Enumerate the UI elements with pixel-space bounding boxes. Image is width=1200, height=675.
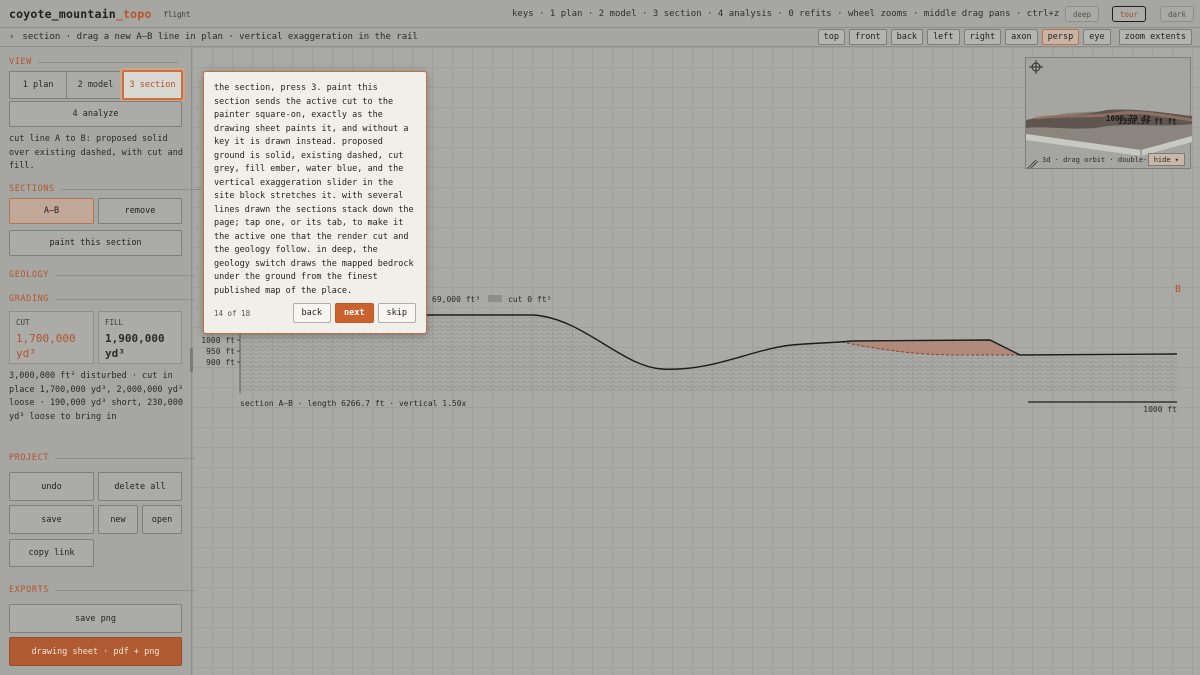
cut-value: 1,700,000 yd³ [16, 332, 76, 360]
model-minimap[interactable]: 1000.79 ft 1350.59 ft ft 3d · drag orbit… [1025, 57, 1193, 169]
save-png-button[interactable]: save png [9, 604, 182, 633]
drawing-sheet-button[interactable]: drawing sheet · pdf + png [9, 637, 182, 666]
tour-next-button[interactable]: next [335, 303, 374, 323]
mode-dark-button[interactable]: dark [1160, 6, 1195, 22]
project-heading: PROJECT [9, 453, 196, 463]
scale-label: 1000 ft [1143, 405, 1177, 414]
paint-section-button[interactable]: paint this section [9, 230, 182, 256]
cut-legend-swatch [488, 295, 502, 302]
y-tick-900: 900 ft [206, 358, 235, 367]
fill-volume-legend: 69,000 ft³ [432, 295, 480, 304]
tour-skip-button[interactable]: skip [377, 303, 416, 323]
tour-popup: the section, press 3. paint this section… [203, 71, 427, 334]
minimap-caption: 3d · drag orbit · double- [1042, 156, 1148, 164]
view-top-button[interactable]: top [817, 29, 845, 45]
tour-step-count: 14 of 18 [214, 308, 251, 318]
view-persp-button[interactable]: persp [1041, 29, 1080, 45]
new-button[interactable]: new [98, 505, 138, 534]
view-note: cut line A to B: proposed solid over exi… [9, 134, 183, 171]
fill-card: FILL 1,900,000 yd³ [98, 311, 182, 364]
crosshair-icon[interactable] [1029, 60, 1043, 74]
y-tick-950: 950 ft [206, 347, 235, 356]
keys-hint: keys · 1 plan · 2 model · 3 section · 4 … [512, 9, 1087, 19]
view-buttons: top front back left right axon persp eye… [817, 29, 1192, 45]
view-front-button[interactable]: front [848, 29, 887, 45]
open-button[interactable]: open [142, 505, 182, 534]
cut-card: CUT 1,700,000 yd³ [9, 311, 94, 364]
section-tab-a-b[interactable]: A–B [9, 198, 94, 224]
view-mode-section[interactable]: 3 section [122, 70, 183, 100]
cut-volume-legend: cut 0 ft³ [508, 295, 551, 304]
context-hint: section · drag a new A–B line in plan · … [22, 32, 418, 42]
tour-text: the section, press 3. paint this section… [214, 83, 414, 296]
view-heading: VIEW [9, 57, 177, 67]
section-end-b: B [1175, 284, 1181, 295]
mode-deep-button[interactable]: deep [1065, 6, 1100, 22]
exports-heading: EXPORTS [9, 585, 196, 595]
y-tick-1000: 1000 ft [201, 336, 235, 345]
analyze-button[interactable]: 4 analyze [9, 101, 182, 127]
fill-value: 1,900,000 yd³ [105, 332, 165, 360]
remove-section-button[interactable]: remove [98, 198, 182, 224]
undo-button[interactable]: undo [9, 472, 94, 501]
fill-label: FILL [105, 318, 124, 327]
copy-link-button[interactable]: copy link [9, 539, 94, 567]
grading-heading: GRADING [9, 294, 196, 304]
mode-tour-button[interactable]: tour [1112, 6, 1147, 22]
view-mode-model[interactable]: 2 model [67, 71, 125, 99]
cut-label: CUT [16, 318, 30, 327]
view-mode-plan[interactable]: 1 plan [9, 71, 68, 99]
app-title: coyote_mountain_topo [9, 6, 152, 21]
chevron-right-icon: › [9, 32, 15, 42]
view-left-button[interactable]: left [927, 29, 960, 45]
tour-back-button[interactable]: back [292, 303, 332, 323]
geology-heading: GEOLOGY [9, 270, 196, 280]
sections-heading: SECTIONS [9, 184, 200, 194]
view-right-button[interactable]: right [963, 29, 1002, 45]
save-button[interactable]: save [9, 505, 94, 534]
zoom-extents-button[interactable]: zoom extents [1118, 29, 1192, 45]
section-caption: section A–B · length 6266.7 ft · vertica… [240, 399, 467, 408]
view-eye-button[interactable]: eye [1083, 29, 1111, 45]
view-axon-button[interactable]: axon [1005, 29, 1038, 45]
app-subtitle: flight [163, 10, 191, 19]
grading-note: 3,000,000 ft² disturbed · cut in place 1… [9, 371, 183, 422]
view-back-button[interactable]: back [890, 29, 924, 45]
minimap-hide-button[interactable]: hide ▾ [1147, 153, 1185, 166]
delete-all-button[interactable]: delete all [98, 472, 182, 501]
minimap-elevation-2: 1350.59 ft ft [1118, 117, 1177, 126]
tour-footer: 14 of 18 back next skip [214, 303, 416, 323]
